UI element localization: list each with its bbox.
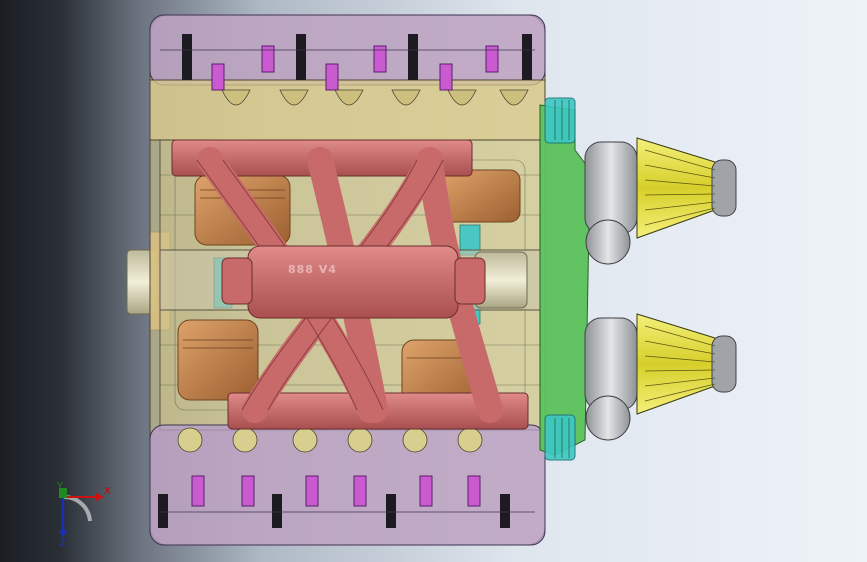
engine-assembly-view[interactable]: 888 V4 X Y Z (0, 0, 867, 562)
cad-viewport[interactable]: 888 V4 X Y Z (0, 0, 867, 562)
air-filters[interactable] (636, 137, 737, 415)
model-engraving: 888 V4 (288, 263, 337, 276)
y-axis-label: Y (56, 481, 64, 492)
throttle-bodies[interactable] (584, 141, 638, 441)
x-axis-label: X (104, 486, 111, 497)
coordinate-triad: X Y Z (56, 481, 111, 549)
cylinder-head-upper[interactable] (149, 14, 546, 141)
z-axis-label: Z (59, 538, 66, 549)
cylinder-head-lower[interactable] (149, 424, 546, 546)
timing-cover[interactable] (539, 97, 591, 461)
